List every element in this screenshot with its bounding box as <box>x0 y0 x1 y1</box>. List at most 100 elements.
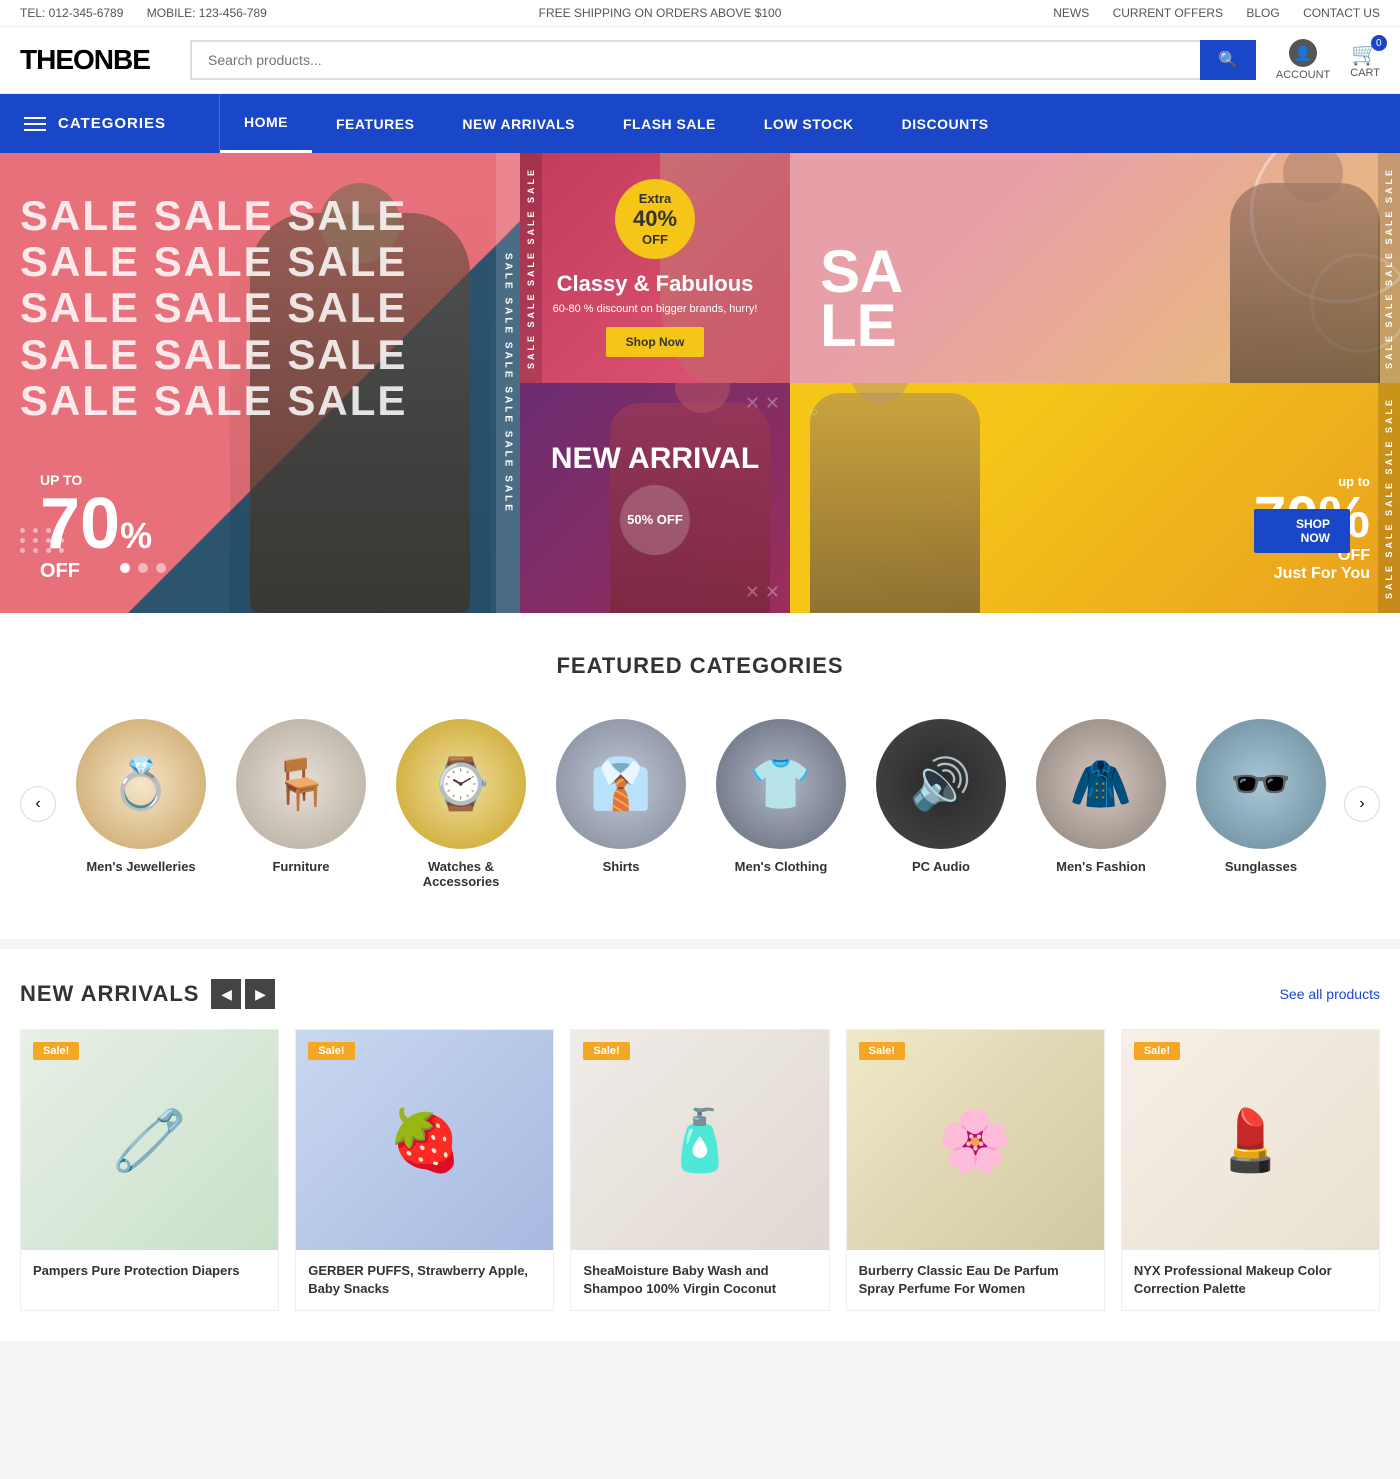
category-label-clothing: Men's Clothing <box>735 859 828 874</box>
banner-sale-right[interactable]: SA LE SALE SALE SALE SALE SALE <box>790 153 1400 383</box>
logo[interactable]: THEONBE <box>20 44 170 76</box>
account-label: ACCOUNT <box>1276 69 1330 81</box>
category-item-shirts[interactable]: 👔 Shirts <box>556 719 686 889</box>
category-item-clothing[interactable]: 👕 Men's Clothing <box>716 719 846 889</box>
category-item-fashion[interactable]: 🧥 Men's Fashion <box>1036 719 1166 889</box>
category-image-sunglasses: 🕶️ <box>1196 719 1326 849</box>
category-label-watches: Watches &Accessories <box>423 859 500 889</box>
category-label-shirts: Shirts <box>603 859 640 874</box>
product-image-pampers: Sale! 🧷 <box>21 1030 278 1250</box>
sale2-side-sale: SALE SALE SALE SALE SALE <box>1378 153 1400 383</box>
just-shop-now[interactable]: SHOP NOW <box>1254 509 1350 553</box>
categories-list: 💍 Men's Jewelleries 🪑 Furniture ⌚ Watche… <box>56 709 1344 899</box>
category-label-jewellery: Men's Jewelleries <box>86 859 195 874</box>
nav-discounts[interactable]: DISCOUNTS <box>878 96 1013 152</box>
nav-home[interactable]: HOME <box>220 94 312 153</box>
sale-badge-burberry: Sale! <box>859 1042 905 1060</box>
new-arrivals-title: NEW ARRIVALS <box>20 981 199 1007</box>
category-label-sunglasses: Sunglasses <box>1225 859 1297 874</box>
sale-badge-pampers: Sale! <box>33 1042 79 1060</box>
products-grid: Sale! 🧷 Pampers Pure Protection Diapers … <box>20 1029 1380 1311</box>
category-item-furniture[interactable]: 🪑 Furniture <box>236 719 366 889</box>
categories-menu-button[interactable]: CATEGORIES <box>0 94 220 153</box>
new-arrivals-next[interactable]: ▶ <box>245 979 275 1009</box>
hero-main-banner[interactable]: SALE SALE SALE SALE SALE SALE SALE SALE … <box>0 153 520 613</box>
new-arrivals-prev[interactable]: ◀ <box>211 979 241 1009</box>
category-label-audio: PC Audio <box>912 859 970 874</box>
top-bar-links: NEWS CURRENT OFFERS BLOG CONTACT US <box>1033 6 1380 20</box>
product-image-burberry: Sale! 🌸 <box>847 1030 1104 1250</box>
banner-just-for-you[interactable]: ○ up to 70% OFF Just For You SHOP NOW SA… <box>790 383 1400 613</box>
nav-features[interactable]: FEATURES <box>312 96 438 152</box>
just-content: up to 70% OFF Just For You SHOP NOW <box>1254 474 1370 583</box>
sale-badge-nyx: Sale! <box>1134 1042 1180 1060</box>
nav-links: HOME FEATURES NEW ARRIVALS FLASH SALE LO… <box>220 94 1013 153</box>
carousel-dot-1[interactable] <box>120 563 130 573</box>
new-arrivals-nav: ◀ ▶ <box>211 979 275 1009</box>
hero-top-row: Extra 40% OFF Classy & Fabulous 60-80 % … <box>520 153 1400 383</box>
product-image-gerber: Sale! 🍓 <box>296 1030 553 1250</box>
new-arrivals-header: NEW ARRIVALS ◀ ▶ See all products <box>20 979 1380 1009</box>
product-info-shea: SheaMoisture Baby Wash and Shampoo 100% … <box>571 1250 828 1310</box>
product-name-pampers: Pampers Pure Protection Diapers <box>33 1262 266 1280</box>
category-image-clothing: 👕 <box>716 719 846 849</box>
navigation: CATEGORIES HOME FEATURES NEW ARRIVALS FL… <box>0 94 1400 153</box>
new-arrival-badge: 50% OFF <box>620 485 690 555</box>
mobile: MOBILE: 123-456-789 <box>147 6 267 20</box>
news-link[interactable]: NEWS <box>1053 6 1089 20</box>
category-item-watches[interactable]: ⌚ Watches &Accessories <box>396 719 526 889</box>
carousel-next-button[interactable]: › <box>1344 786 1380 822</box>
account-icon: 👤 <box>1289 39 1317 67</box>
search-button[interactable]: 🔍 <box>1200 40 1256 80</box>
banner-new-arrival[interactable]: ✕ ✕ ✕ ✕ NEW ARRIVAL 50% OFF <box>520 383 790 613</box>
new-arrivals-header-left: NEW ARRIVALS ◀ ▶ <box>20 979 275 1009</box>
see-all-products-link[interactable]: See all products <box>1280 986 1380 1002</box>
product-image-nyx: Sale! 💄 <box>1122 1030 1379 1250</box>
product-card-nyx[interactable]: Sale! 💄 NYX Professional Makeup Color Co… <box>1121 1029 1380 1311</box>
product-card-shea[interactable]: Sale! 🧴 SheaMoisture Baby Wash and Shamp… <box>570 1029 829 1311</box>
category-image-jewellery: 💍 <box>76 719 206 849</box>
side-sale-text: SALE SALE SALE SALE SALE SALE <box>496 153 520 613</box>
hero-sale-text: SALE SALE SALE SALE SALE SALE SALE SALE … <box>20 193 407 424</box>
product-card-pampers[interactable]: Sale! 🧷 Pampers Pure Protection Diapers <box>20 1029 279 1311</box>
product-image-shea: Sale! 🧴 <box>571 1030 828 1250</box>
nav-new-arrivals[interactable]: NEW ARRIVALS <box>438 96 599 152</box>
nav-low-stock[interactable]: LOW STOCK <box>740 96 878 152</box>
category-item-jewellery[interactable]: 💍 Men's Jewelleries <box>76 719 206 889</box>
carousel-dot-3[interactable] <box>156 563 166 573</box>
product-name-burberry: Burberry Classic Eau De Parfum Spray Per… <box>859 1262 1092 1298</box>
discount-badge: Extra 40% OFF <box>615 179 695 259</box>
shop-now-button[interactable]: Shop Now <box>606 327 705 357</box>
new-arrival-title: NEW ARRIVAL <box>551 442 759 475</box>
cart-label: CART <box>1350 67 1380 79</box>
product-info-burberry: Burberry Classic Eau De Parfum Spray Per… <box>847 1250 1104 1310</box>
sale2-content: SA LE <box>820 245 903 353</box>
category-item-audio[interactable]: 🔊 PC Audio <box>876 719 1006 889</box>
classy-subtitle: 60-80 % discount on bigger brands, hurry… <box>553 303 758 315</box>
classy-title: Classy & Fabulous <box>553 271 758 297</box>
banner-classy-fabulous[interactable]: Extra 40% OFF Classy & Fabulous 60-80 % … <box>520 153 790 383</box>
current-offers-link[interactable]: CURRENT OFFERS <box>1113 6 1223 20</box>
search-input[interactable] <box>190 40 1200 80</box>
tel: TEL: 012-345-6789 <box>20 6 123 20</box>
product-card-gerber[interactable]: Sale! 🍓 GERBER PUFFS, Strawberry Apple, … <box>295 1029 554 1311</box>
carousel-prev-button[interactable]: ‹ <box>20 786 56 822</box>
contact-link[interactable]: CONTACT US <box>1303 6 1380 20</box>
category-label-furniture: Furniture <box>272 859 329 874</box>
product-info-gerber: GERBER PUFFS, Strawberry Apple, Baby Sna… <box>296 1250 553 1310</box>
categories-carousel: ‹ 💍 Men's Jewelleries 🪑 Furniture ⌚ Watc… <box>20 709 1380 899</box>
product-card-burberry[interactable]: Sale! 🌸 Burberry Classic Eau De Parfum S… <box>846 1029 1105 1311</box>
top-bar-contact: TEL: 012-345-6789 MOBILE: 123-456-789 <box>20 6 287 20</box>
carousel-dot-2[interactable] <box>138 563 148 573</box>
cart-badge: 0 <box>1371 35 1387 51</box>
blog-link[interactable]: BLOG <box>1246 6 1279 20</box>
search-bar: 🔍 <box>190 40 1256 80</box>
account-button[interactable]: 👤 ACCOUNT <box>1276 39 1330 81</box>
classy-content: Extra 40% OFF Classy & Fabulous 60-80 % … <box>533 159 778 377</box>
cart-icon: 🛒 0 <box>1351 41 1378 67</box>
product-name-nyx: NYX Professional Makeup Color Correction… <box>1134 1262 1367 1298</box>
hero-carousel-dots <box>120 563 166 573</box>
category-item-sunglasses[interactable]: 🕶️ Sunglasses <box>1196 719 1326 889</box>
cart-button[interactable]: 🛒 0 CART <box>1350 41 1380 79</box>
nav-flash-sale[interactable]: FLASH SALE <box>599 96 740 152</box>
